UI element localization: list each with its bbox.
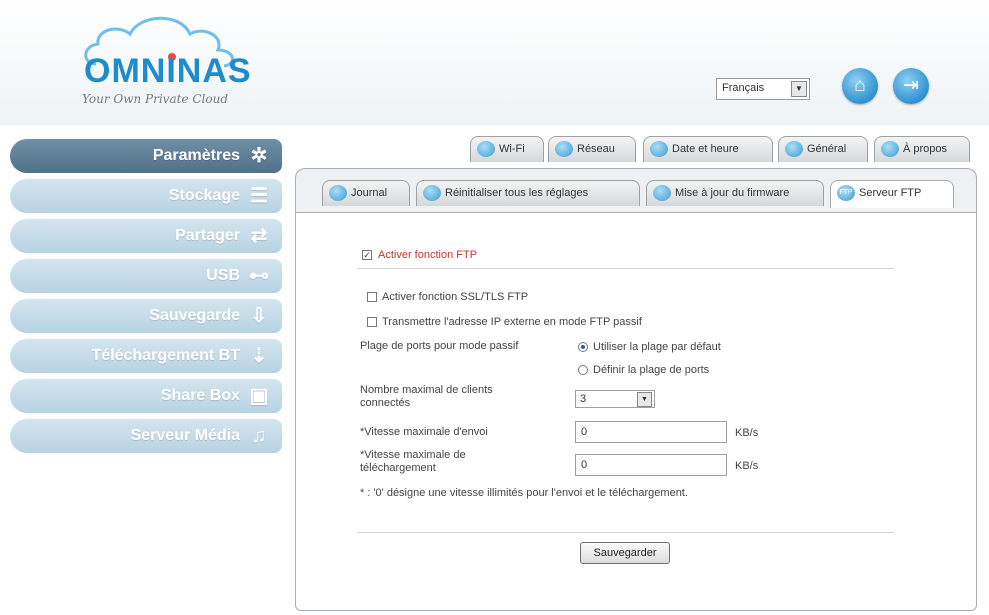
external-ip-label: Transmettre l'adresse IP externe en mode… (382, 316, 642, 328)
download-speed-label: *Vitesse maximale de téléchargement (360, 449, 466, 474)
enable-ssl-label: Activer fonction SSL/TLS FTP (382, 291, 529, 303)
enable-ftp-checkbox[interactable]: ✓ (362, 250, 372, 260)
brand-tagline: Your Own Private Cloud (82, 92, 229, 106)
speed-note: * : '0' désigne une vitesse illimités po… (360, 487, 688, 499)
tab-wifi[interactable]: Wi-Fi (470, 136, 544, 162)
sidebar-item-label: Partager (175, 227, 240, 244)
chevron-down-icon: ▼ (791, 81, 807, 97)
tab-label: Journal (351, 187, 388, 199)
sidebar-item-serveur-media[interactable]: Serveur Média ♫ (10, 419, 282, 453)
backup-icon: ⇩ (250, 305, 268, 327)
tab-journal[interactable]: Journal (322, 180, 410, 206)
tab-label: Général (807, 143, 847, 155)
omninas-logo: OMNINAS Your Own Private Cloud (78, 12, 278, 107)
upload-speed-input[interactable]: 0 (575, 421, 727, 443)
max-clients-select[interactable]: 3 ▼ (575, 390, 655, 408)
sidebar-item-label: Serveur Média (130, 427, 240, 444)
home-icon[interactable]: ⌂ (842, 68, 878, 104)
sidebar-item-label: Sauvegarde (149, 307, 240, 324)
ftp-icon: FTP (837, 185, 855, 201)
enable-ssl-checkbox[interactable] (367, 292, 377, 302)
language-value: Français (722, 82, 765, 94)
settings-icon: ✲ (250, 145, 268, 167)
chevron-down-icon: ▼ (637, 392, 652, 407)
tab-label: Réinitialiser tous les réglages (445, 187, 589, 199)
sidebar-nav: Paramètres ✲ Stockage ☰ Partager ⇄ USB ⊷… (10, 139, 282, 459)
upload-speed-unit: KB/s (735, 427, 759, 439)
tab-label: Date et heure (672, 143, 739, 155)
external-ip-checkbox[interactable] (367, 317, 377, 327)
tab-label: Réseau (577, 143, 615, 155)
max-clients-label: Nombre maximal de clients connectés (360, 384, 493, 409)
passive-range-label: Plage de ports pour mode passif (360, 340, 519, 352)
divider (358, 532, 894, 533)
sidebar-item-usb[interactable]: USB ⊷ (10, 259, 282, 293)
media-server-icon: ♫ (251, 425, 267, 447)
journal-icon (329, 185, 347, 201)
header: OMNINAS Your Own Private Cloud Français … (0, 0, 989, 125)
upload-speed-label: *Vitesse maximale d'envoi (360, 426, 488, 438)
sidebar-item-telechargement-bt[interactable]: Téléchargement BT ⇣ (10, 339, 282, 373)
tab-label: À propos (903, 143, 948, 155)
bt-download-icon: ⇣ (250, 345, 268, 367)
reset-icon (423, 185, 441, 201)
tab-date-heure[interactable]: Date et heure (643, 136, 773, 162)
wifi-icon (477, 141, 495, 157)
info-icon (881, 141, 899, 157)
max-clients-value: 3 (580, 393, 587, 405)
firmware-update-icon (653, 185, 671, 201)
tab-label: Serveur FTP (859, 187, 922, 199)
clock-icon (650, 141, 668, 157)
usb-icon: ⊷ (249, 265, 269, 287)
default-range-label: Utiliser la plage par défaut (593, 341, 721, 353)
tab-serveur-ftp[interactable]: FTP Serveur FTP (830, 180, 954, 208)
share-box-icon: ▣ (249, 385, 269, 407)
network-icon (555, 141, 573, 157)
sidebar-item-sauvegarde[interactable]: Sauvegarde ⇩ (10, 299, 282, 333)
sidebar-item-parametres[interactable]: Paramètres ✲ (10, 139, 282, 173)
tab-reinitialiser[interactable]: Réinitialiser tous les réglages (416, 180, 640, 206)
tab-general[interactable]: Général (778, 136, 868, 162)
sidebar-item-stockage[interactable]: Stockage ☰ (10, 179, 282, 213)
sidebar-item-label: Paramètres (152, 147, 240, 164)
define-range-radio[interactable] (578, 365, 588, 375)
tab-reseau[interactable]: Réseau (548, 136, 636, 162)
sidebar-item-label: Téléchargement BT (91, 347, 240, 364)
share-icon: ⇄ (250, 225, 268, 247)
language-select[interactable]: Français ▼ (716, 78, 810, 100)
sidebar-item-label: Share Box (160, 387, 240, 404)
general-icon (785, 141, 803, 157)
tab-a-propos[interactable]: À propos (874, 136, 970, 162)
tab-label: Wi-Fi (499, 143, 525, 155)
sidebar-item-partager[interactable]: Partager ⇄ (10, 219, 282, 253)
enable-ftp-label: Activer fonction FTP (378, 249, 478, 261)
brand-name: OMNINAS (84, 52, 252, 90)
sidebar-item-share-box[interactable]: Share Box ▣ (10, 379, 282, 413)
sidebar-item-label: Stockage (168, 187, 240, 204)
tab-label: Mise à jour du firmware (675, 187, 790, 199)
save-button[interactable]: Sauvegarder (580, 542, 670, 564)
logout-icon[interactable]: ⇥ (893, 68, 929, 104)
download-speed-input[interactable]: 0 (575, 454, 727, 476)
sidebar-item-label: USB (206, 267, 240, 284)
tab-firmware[interactable]: Mise à jour du firmware (646, 180, 824, 206)
default-range-radio[interactable] (578, 342, 588, 352)
download-speed-unit: KB/s (735, 460, 759, 472)
divider (358, 268, 894, 269)
storage-icon: ☰ (250, 185, 268, 207)
define-range-label: Définir la plage de ports (593, 364, 710, 376)
